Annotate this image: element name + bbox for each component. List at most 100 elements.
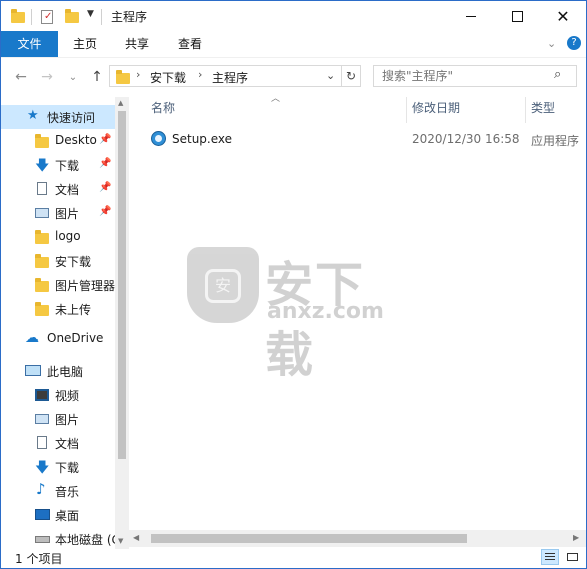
picture-icon [35,414,49,424]
details-view-icon [545,553,555,554]
content-hscrollbar[interactable]: ◀ ▶ [129,530,586,547]
tab-view[interactable]: 查看 [168,31,212,57]
scrollbar-thumb[interactable] [151,534,467,543]
watermark-logo: 安 安下载 anxz.com [181,245,411,383]
pin-icon: 📌 [99,134,112,145]
pin-icon: 📌 [99,182,112,193]
address-history-icon[interactable]: ⌄ [326,69,335,82]
customize-toolbar-icon[interactable]: ▼ [87,9,94,19]
address-bar[interactable]: › 安下载 › 主程序 ⌄ [109,65,361,87]
nav-quick-access[interactable]: ★ 快速访问 [1,105,115,129]
file-modified: 2020/12/30 16:58 [412,132,520,146]
scroll-right-icon[interactable]: ▶ [573,533,579,542]
setup-exe-icon [151,131,166,146]
file-name: Setup.exe [172,132,233,146]
nav-pc-downloads[interactable]: 🡇 下载 [1,455,115,479]
document-icon [37,182,47,195]
music-icon: ♪ [36,480,46,498]
close-button[interactable]: ✕ [540,1,586,31]
star-icon: ★ [27,108,39,123]
folder-icon [35,278,49,292]
column-divider[interactable] [406,97,407,123]
expand-ribbon-icon[interactable]: ⌄ [547,37,556,50]
large-icons-view-button[interactable] [563,549,581,565]
download-icon: 🡇 [35,460,50,476]
recent-locations-button[interactable]: ⌄ [63,67,83,87]
nav-pc-documents[interactable]: 文档 [1,431,115,455]
nav-pc-desktop[interactable]: 桌面 [1,503,115,527]
title-bar: ✓ ▼ 主程序 ✕ [1,1,586,31]
divider [31,9,32,25]
nav-label: 图片 [55,413,80,427]
scroll-up-icon[interactable]: ▲ [118,99,123,107]
tab-file[interactable]: 文件 [1,31,58,57]
search-input[interactable] [382,68,542,84]
up-button[interactable]: ↑ [87,67,107,87]
nav-label: 下载 [55,461,80,475]
nav-label: 此电脑 [47,365,84,379]
column-header-modified[interactable]: 修改日期 [412,99,460,123]
arrow-up-icon: ↑ [91,69,103,85]
nav-onedrive[interactable]: ☁ OneDrive [1,327,115,351]
nav-item-anxz[interactable]: 安下载 [1,249,115,273]
breadcrumb-item[interactable]: 安下载 [150,69,186,86]
back-button[interactable]: ← [11,67,31,87]
forward-button[interactable]: → [37,67,57,87]
tab-home[interactable]: 主页 [63,31,107,57]
nav-pc-videos[interactable]: 视频 [1,383,115,407]
nav-label: 视频 [55,389,80,403]
item-count: 1 个项目 [15,552,63,566]
nav-label: 图片 [55,207,80,221]
column-header-name[interactable]: 名称 [151,99,175,123]
sort-indicator-icon: ︿ [271,94,281,104]
nav-item-image-manager[interactable]: 图片管理器 [1,273,115,297]
chevron-right-icon: › [136,68,141,81]
scrollbar-thumb[interactable] [118,111,126,459]
chevron-down-icon: ⌄ [68,71,78,83]
nav-pc-music[interactable]: ♪ 音乐 [1,479,115,503]
scroll-down-icon[interactable]: ▼ [118,537,123,545]
nav-this-pc[interactable]: 此电脑 [1,359,115,383]
nav-item-pictures[interactable]: 图片 📌 [1,201,115,225]
nav-label: 音乐 [55,485,80,499]
close-icon: ✕ [556,6,570,26]
minimize-icon [466,15,476,17]
nav-label: 安下载 [55,255,92,269]
chevron-right-icon: › [198,68,203,81]
tab-share[interactable]: 共享 [115,31,159,57]
help-icon[interactable]: ? [567,36,581,50]
cloud-icon: ☁ [25,330,39,346]
nav-item-documents[interactable]: 文档 📌 [1,177,115,201]
pin-icon: 📌 [99,206,112,217]
shield-icon: 安 [187,247,259,323]
search-box[interactable]: ⌕ [373,65,577,87]
scroll-left-icon[interactable]: ◀ [133,533,139,542]
nav-label: 未上传 [55,303,92,317]
nav-pc-local-disk[interactable]: 本地磁盘 (C [1,527,120,549]
window-title: 主程序 [111,10,148,24]
column-header-type[interactable]: 类型 [531,99,555,123]
details-view-button[interactable] [541,549,559,565]
watermark-domain: anxz.com [267,299,384,324]
nav-label: Deskto [55,133,97,147]
file-row[interactable]: Setup.exe 2020/12/30 16:58 应用程序 [147,128,586,150]
minimize-button[interactable] [448,1,494,31]
nav-item-desktop[interactable]: Deskto 📌 [1,129,115,153]
nav-label: 图片管理器 [55,279,116,293]
nav-item-not-uploaded[interactable]: 未上传 [1,297,115,321]
folder-icon [35,230,49,244]
folder-icon [116,70,130,84]
refresh-button[interactable]: ↻ [341,65,361,87]
folder-icon [35,134,49,148]
nav-pc-pictures[interactable]: 图片 [1,407,115,431]
breadcrumb-item[interactable]: 主程序 [212,69,248,86]
refresh-icon: ↻ [345,69,357,83]
column-divider[interactable] [525,97,526,123]
maximize-button[interactable] [494,1,540,31]
nav-label: 文档 [55,183,80,197]
nav-scrollbar[interactable]: ▲ ▼ [115,97,129,549]
nav-item-downloads[interactable]: 🡇 下载 📌 [1,153,115,177]
nav-label: 本地磁盘 (C [55,533,120,547]
nav-item-logo[interactable]: logo [1,225,115,249]
search-icon[interactable]: ⌕ [554,67,561,82]
